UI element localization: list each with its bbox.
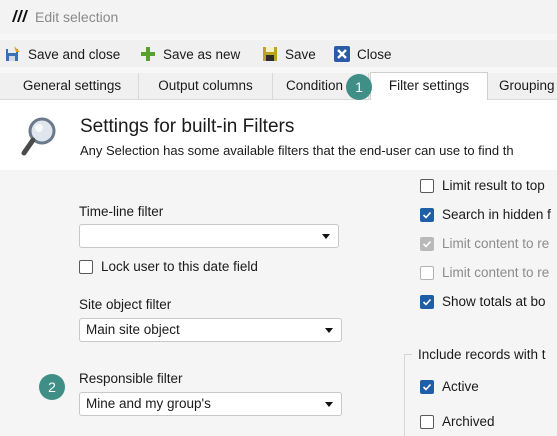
- group-box-border: [404, 354, 412, 355]
- close-label: Close: [357, 46, 392, 62]
- tab-filter-settings[interactable]: Filter settings: [370, 72, 488, 101]
- window-title: Edit selection: [35, 9, 119, 25]
- option-label: Limit result to top: [442, 178, 545, 193]
- tab-general-settings[interactable]: General settings: [6, 73, 139, 99]
- active-checkbox[interactable]: [420, 379, 434, 394]
- lock-user-checkbox-row[interactable]: Lock user to this date field: [79, 259, 258, 274]
- save-label: Save: [285, 46, 316, 62]
- search-hidden-checkbox[interactable]: [420, 207, 434, 222]
- checkmark-icon: [422, 298, 432, 306]
- archived-checkbox[interactable]: [420, 414, 434, 429]
- save-as-new-label: Save as new: [163, 46, 241, 62]
- site-object-filter-label: Site object filter: [79, 297, 172, 312]
- tab-grouping[interactable]: Grouping: [487, 73, 557, 99]
- title-bar: Edit selection: [0, 0, 557, 34]
- responsible-filter-select[interactable]: Mine and my group's: [79, 392, 342, 416]
- save-and-close-label: Save and close: [28, 46, 121, 62]
- limit-content-row-1: Limit content to re: [420, 236, 549, 251]
- option-label: Show totals at bo: [442, 294, 546, 309]
- chevron-down-icon: [325, 328, 333, 333]
- chevron-down-icon: [322, 234, 330, 239]
- close-button[interactable]: Close: [333, 43, 392, 65]
- limit-content-checkbox-2: [420, 265, 434, 280]
- save-and-close-icon: [6, 46, 20, 61]
- app-logo-icon: [12, 10, 28, 22]
- filter-settings-panel: Time-line filter Lock user to this date …: [0, 170, 557, 436]
- option-label: Limit content to re: [442, 236, 550, 251]
- header-panel: Settings for built-in Filters Any Select…: [0, 100, 557, 170]
- page-title: Settings for built-in Filters: [80, 116, 295, 137]
- chevron-down-icon: [325, 402, 333, 407]
- limit-result-top-row[interactable]: Limit result to top: [420, 178, 545, 193]
- page-description: Any Selection has some available filters…: [80, 143, 514, 158]
- timeline-filter-select[interactable]: [79, 224, 339, 248]
- option-label: Search in hidden f: [442, 207, 551, 222]
- close-icon: [334, 46, 350, 62]
- limit-result-top-checkbox[interactable]: [420, 178, 434, 193]
- show-totals-row[interactable]: Show totals at bo: [420, 294, 546, 309]
- lock-user-checkbox[interactable]: [79, 259, 93, 274]
- search-hidden-row[interactable]: Search in hidden f: [420, 207, 551, 222]
- show-totals-checkbox[interactable]: [420, 294, 434, 309]
- checkmark-icon: [422, 383, 432, 391]
- lock-user-label: Lock user to this date field: [101, 259, 258, 274]
- checkmark-icon: [422, 240, 432, 248]
- site-object-filter-select[interactable]: Main site object: [79, 318, 342, 342]
- save-as-new-button[interactable]: Save as new: [139, 43, 240, 65]
- tab-output-columns[interactable]: Output columns: [139, 73, 273, 99]
- active-row[interactable]: Active: [420, 379, 479, 394]
- limit-content-row-2: Limit content to re: [420, 265, 549, 280]
- save-and-close-button[interactable]: Save and close: [4, 43, 120, 65]
- timeline-filter-label: Time-line filter: [79, 204, 164, 219]
- responsible-filter-label: Responsible filter: [79, 371, 183, 386]
- option-label: Limit content to re: [442, 265, 550, 280]
- archived-row[interactable]: Archived: [420, 414, 495, 429]
- magnifier-icon: [21, 117, 56, 156]
- site-object-filter-value: Main site object: [86, 322, 180, 337]
- save-button[interactable]: Save: [261, 43, 316, 65]
- toolbar: Save and close Save as new Save Close: [0, 40, 557, 67]
- floppy-disk-icon: [263, 47, 277, 61]
- responsible-filter-value: Mine and my group's: [86, 396, 211, 411]
- plus-icon: [141, 47, 155, 61]
- active-label: Active: [442, 379, 479, 394]
- step-badge-1: 1: [346, 74, 372, 100]
- group-box-border: [404, 354, 405, 436]
- tab-bar: General settings Output columns Conditio…: [0, 72, 557, 101]
- checkmark-icon: [422, 211, 432, 219]
- limit-content-checkbox-1: [420, 236, 434, 251]
- step-badge-2: 2: [39, 374, 65, 400]
- archived-label: Archived: [442, 414, 495, 429]
- include-records-group-label: Include records with t: [418, 347, 550, 362]
